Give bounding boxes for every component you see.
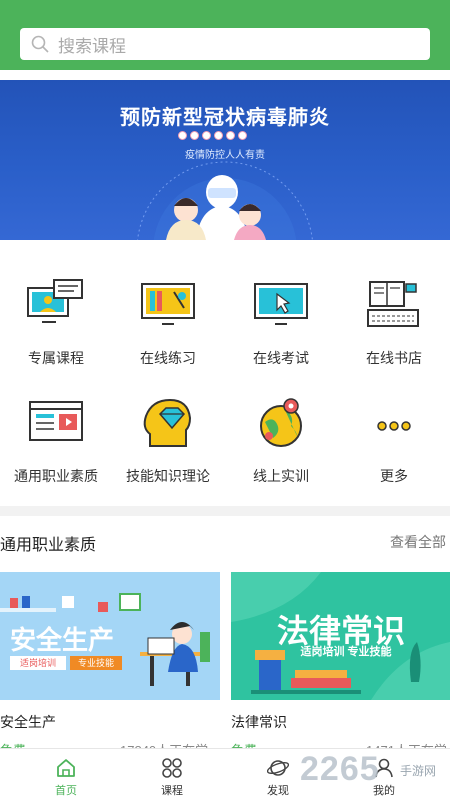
course-card-image[interactable]: 法律常识 适岗培训 专业技能 (231, 572, 450, 700)
course-name[interactable]: 安全生产 (0, 712, 56, 732)
watermark-number: 2265 (300, 750, 380, 788)
course-name[interactable]: 法律常识 (231, 712, 287, 732)
grid-item-online-bookstore[interactable]: 在线书店 (338, 260, 450, 370)
grid-item-online-practice[interactable]: 在线练习 (112, 260, 224, 370)
courses-icon (162, 758, 182, 778)
grid-label: 线上实训 (253, 468, 309, 484)
header-bar: 搜索课程 (0, 0, 450, 70)
watermark-text: 手游网 (400, 764, 437, 778)
tab-label: 课程 (161, 785, 183, 797)
search-input[interactable]: 搜索课程 (20, 28, 430, 60)
discover-icon (267, 760, 289, 776)
grid-label: 专属课程 (28, 350, 84, 366)
card-tag: 适岗培训 (10, 656, 66, 670)
home-icon (57, 759, 75, 777)
view-all-link[interactable]: 查看全部 (390, 532, 446, 552)
grid-item-exclusive-courses[interactable]: 专属课程 (0, 260, 112, 370)
banner[interactable]: 预防新型冠状病毒肺炎 疫情防控人人有责 (0, 80, 450, 240)
grid-item-more[interactable]: 更多 (338, 378, 450, 488)
video-course-icon (27, 279, 83, 323)
tab-courses[interactable]: 课程 (116, 749, 228, 800)
section-divider (0, 506, 450, 516)
bookstore-icon (367, 281, 419, 327)
grid-label: 在线考试 (253, 350, 309, 366)
card-tag: 适岗培训 专业技能 (300, 646, 392, 658)
exam-icon (254, 283, 308, 325)
search-placeholder: 搜索课程 (58, 36, 126, 56)
practice-icon (141, 283, 195, 325)
search-icon (31, 35, 49, 53)
training-icon (260, 398, 302, 447)
grid-label: 更多 (380, 468, 408, 484)
grid-item-general-quality[interactable]: 通用职业素质 (0, 378, 112, 488)
watermark-logo: 2265 手游网 (300, 748, 450, 800)
course-card-image[interactable]: 安全生产 适岗培训 专业技能 (0, 572, 220, 700)
section-title: 通用职业素质 (0, 537, 97, 554)
grid-item-online-exam[interactable]: 在线考试 (225, 260, 337, 370)
grid-label: 技能知识理论 (126, 468, 210, 484)
grid-item-skill-knowledge[interactable]: 技能知识理论 (112, 378, 224, 488)
tab-label: 首页 (55, 785, 77, 797)
category-grid: 专属课程 在线练习 在线考试 在线书店 通用职业素质 技能知识理论 线上实训 更… (0, 260, 450, 500)
banner-illustration (137, 161, 313, 240)
grid-item-online-training[interactable]: 线上实训 (225, 378, 337, 488)
grid-label: 通用职业素质 (14, 468, 98, 484)
grid-label: 在线练习 (140, 350, 196, 366)
general-quality-icon (29, 401, 83, 441)
more-icon (377, 421, 411, 431)
card-image-title: 安全生产 (10, 625, 115, 655)
grid-label: 在线书店 (366, 350, 422, 366)
knowledge-icon (143, 398, 192, 447)
card-tag: 专业技能 (70, 656, 122, 670)
tab-home[interactable]: 首页 (10, 749, 122, 800)
